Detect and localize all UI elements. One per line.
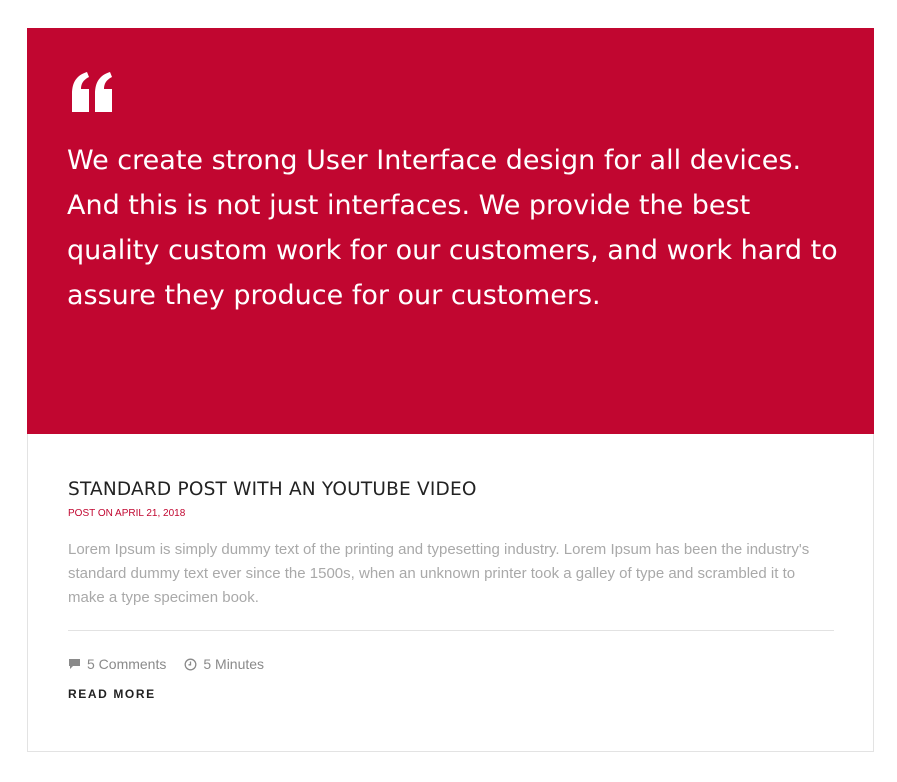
read-more-link[interactable]: READ MORE (68, 687, 156, 701)
comments-label: 5 Comments (87, 656, 167, 672)
post-body: STANDARD POST WITH AN YOUTUBE VIDEO POST… (68, 477, 834, 703)
comment-icon (69, 659, 80, 669)
post-title[interactable]: STANDARD POST WITH AN YOUTUBE VIDEO (68, 477, 834, 503)
quote-mark-icon (72, 72, 112, 112)
divider (68, 630, 834, 631)
read-time-label: 5 Minutes (203, 656, 265, 672)
read-time: 5 Minutes (184, 655, 264, 673)
post-date: POST ON APRIL 21, 2018 (68, 508, 186, 519)
comments-count[interactable]: 5 Comments (68, 655, 166, 673)
post-stats: 5 Comments 5 Minutes (68, 655, 834, 673)
quote-text: We create strong User Interface design f… (67, 145, 838, 311)
clock-icon (184, 658, 197, 670)
blog-post-card: We create strong User Interface design f… (27, 28, 874, 752)
quote-panel: We create strong User Interface design f… (27, 28, 874, 434)
post-excerpt: Lorem Ipsum is simply dummy text of the … (68, 541, 810, 606)
